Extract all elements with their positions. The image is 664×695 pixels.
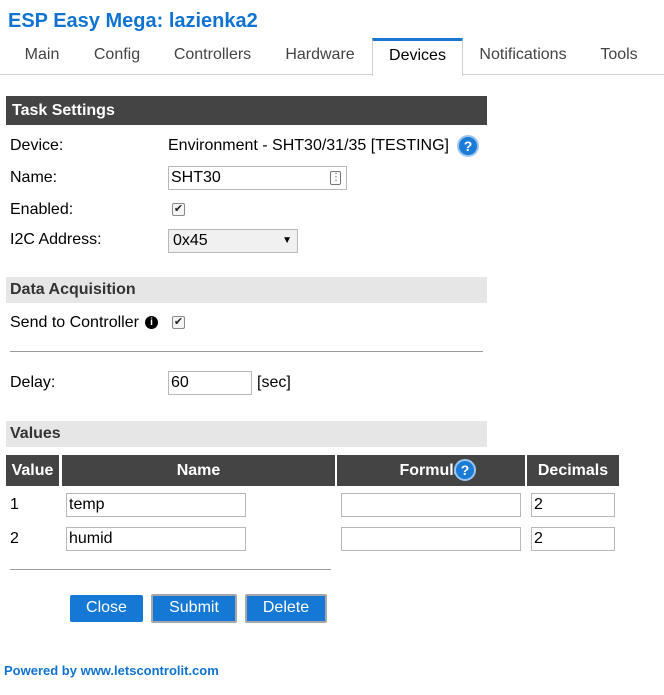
tab-notifications[interactable]: Notifications — [471, 38, 575, 75]
divider — [10, 351, 483, 352]
footer-link[interactable]: Powered by www.letscontrolit.com — [4, 663, 219, 678]
device-label: Device: — [10, 137, 64, 154]
tab-devices[interactable]: Devices — [372, 38, 463, 76]
value-row-1-index: 1 — [10, 496, 19, 513]
value-row-1-name-input[interactable]: temp — [66, 493, 246, 517]
name-input[interactable]: SHT30 ⋮ — [168, 166, 347, 190]
delay-input[interactable]: 60 — [168, 371, 252, 395]
column-header-decimals: Decimals — [527, 455, 619, 486]
delete-button[interactable]: Delete — [245, 594, 327, 623]
data-acquisition-header: Data Acquisition — [6, 277, 487, 303]
tab-hardware[interactable]: Hardware — [276, 38, 364, 75]
name-input-value: SHT30 — [171, 169, 221, 186]
help-icon[interactable]: ? — [457, 135, 479, 157]
tab-config[interactable]: Config — [86, 38, 148, 75]
tab-controllers[interactable]: Controllers — [165, 38, 260, 75]
divider — [10, 569, 331, 570]
column-header-value: Value — [6, 455, 59, 486]
device-value: Environment - SHT30/31/35 [TESTING] — [168, 137, 449, 154]
value-row-2-name-input[interactable]: humid — [66, 527, 246, 551]
enabled-label: Enabled: — [10, 201, 74, 218]
send-to-controller-label: Send to Controller — [10, 314, 139, 331]
value-row-2-formula-input[interactable] — [341, 527, 521, 551]
value-row-1-decimals-input[interactable]: 2 — [531, 493, 615, 517]
close-button[interactable]: Close — [70, 595, 143, 622]
tab-main[interactable]: Main — [18, 38, 66, 75]
chevron-down-icon: ▼ — [282, 235, 292, 246]
info-icon: i — [145, 316, 158, 329]
tab-tools[interactable]: Tools — [591, 38, 647, 75]
delay-label: Delay: — [10, 374, 56, 391]
i2c-address-select[interactable]: 0x45 ▼ — [168, 229, 298, 253]
i2c-address-value: 0x45 — [173, 232, 208, 249]
submit-button[interactable]: Submit — [151, 594, 237, 623]
value-row-1-formula-input[interactable] — [341, 493, 521, 517]
app-title: ESP Easy Mega: lazienka2 — [8, 10, 258, 32]
tab-bar: Main Config Controllers Hardware Devices… — [0, 38, 664, 76]
value-row-2-decimals-input[interactable]: 2 — [531, 527, 615, 551]
column-header-formula: Formula ? — [337, 455, 525, 486]
enabled-checkbox[interactable]: ✔ — [172, 203, 185, 216]
value-row-2-index: 2 — [10, 530, 19, 547]
column-header-name: Name — [62, 455, 335, 486]
send-to-controller-checkbox[interactable]: ✔ — [172, 316, 185, 329]
help-icon[interactable]: ? — [454, 459, 476, 481]
name-label: Name: — [10, 169, 58, 186]
password-key-icon: ⋮ — [330, 171, 341, 185]
i2c-address-label: I2C Address: — [10, 231, 102, 248]
values-header: Values — [6, 421, 487, 447]
task-settings-header: Task Settings — [6, 96, 487, 125]
delay-unit: [sec] — [257, 374, 291, 391]
